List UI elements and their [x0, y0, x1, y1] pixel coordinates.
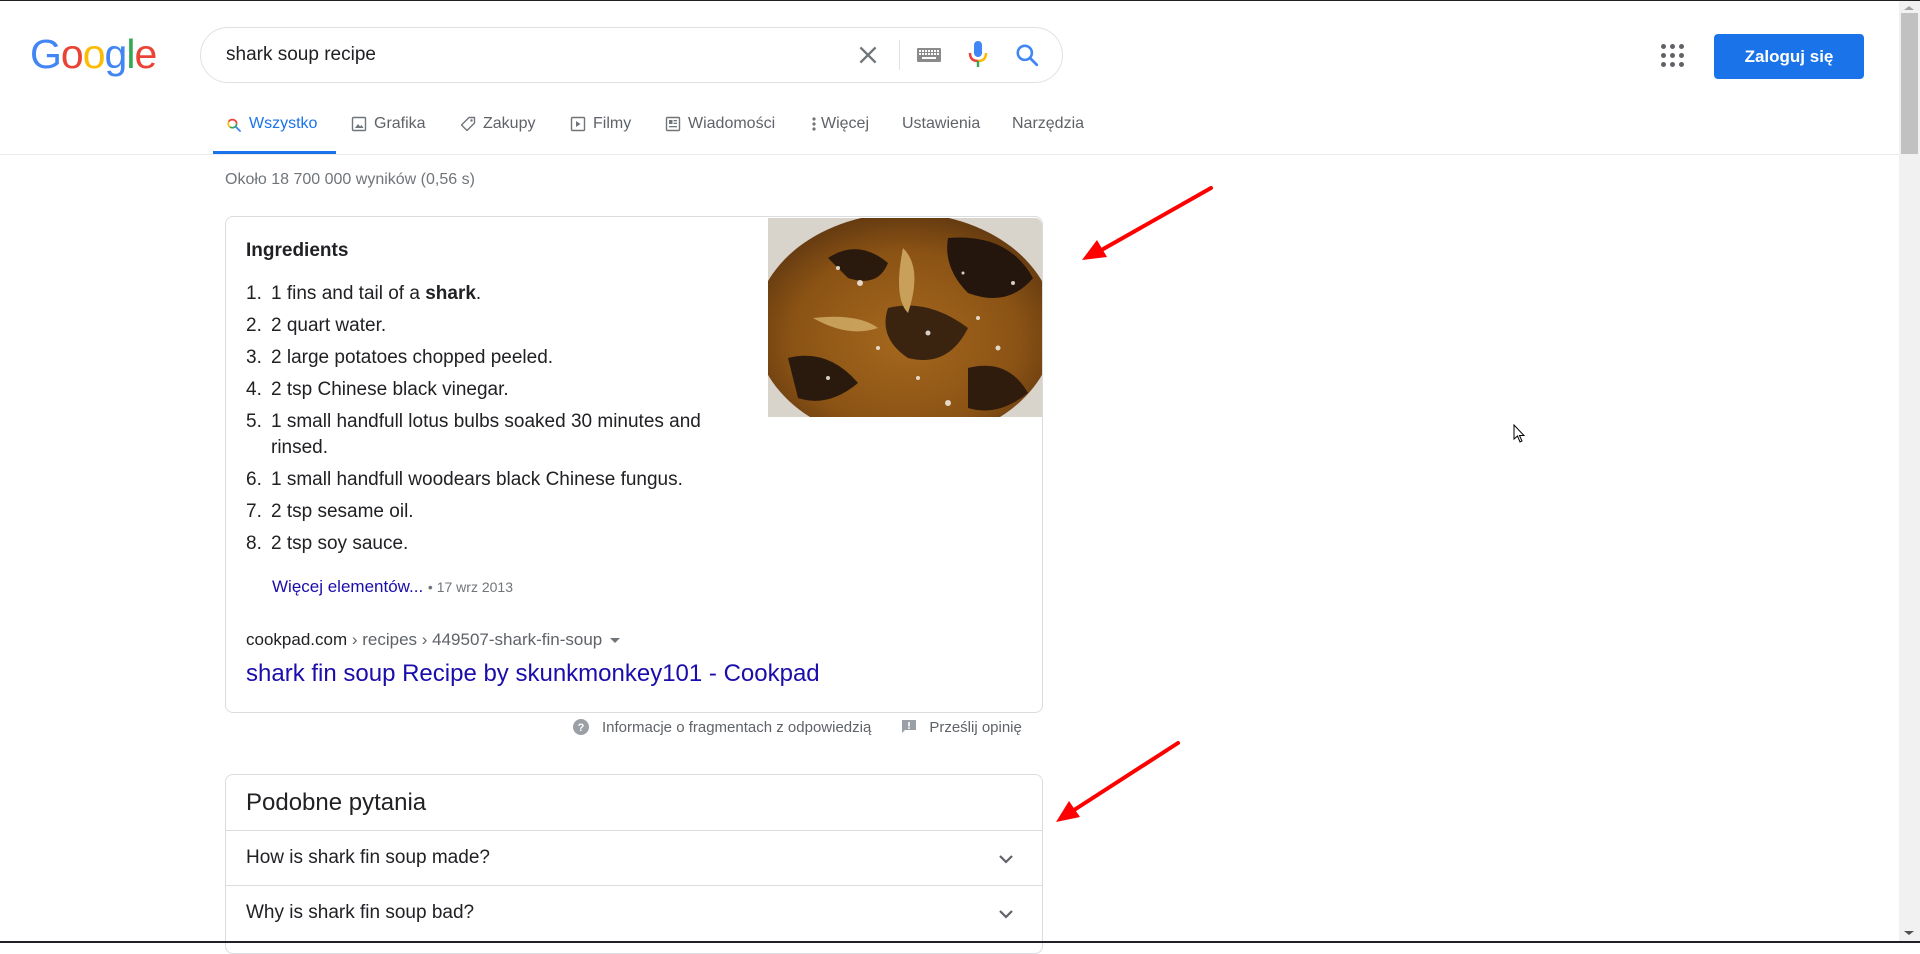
svg-text:?: ?	[578, 722, 585, 734]
vertical-scrollbar[interactable]	[1899, 1, 1920, 941]
tab-all[interactable]: Wszystko	[226, 107, 317, 153]
tag-icon	[460, 116, 476, 132]
snippet-footer: ? Informacje o fragmentach z odpowiedzią…	[572, 718, 1022, 736]
ingredient-item: 1. 1 fins and tail of a shark.	[246, 281, 746, 307]
scrollbar-thumb[interactable]	[1901, 13, 1918, 154]
search-input[interactable]	[226, 28, 826, 82]
scroll-down-icon[interactable]	[1904, 931, 1914, 935]
search-icon[interactable]	[1014, 42, 1040, 68]
tab-images[interactable]: Grafika	[351, 107, 426, 153]
red-arrow-icon	[1082, 186, 1213, 260]
send-feedback-link[interactable]: Prześlij opinię	[901, 719, 1022, 736]
help-icon: ?	[573, 719, 589, 735]
ingredient-number: 7.	[246, 501, 262, 522]
ingredient-item: 6. 1 small handfull woodears black Chines…	[246, 467, 746, 493]
scroll-up-icon[interactable]	[1904, 6, 1914, 10]
result-title-link[interactable]: shark fin soup Recipe by skunkmonkey101 …	[246, 660, 820, 688]
tab-news[interactable]: Wiadomości	[665, 107, 775, 153]
ingredients-list: 1. 1 fins and tail of a shark. 2. 2 quart w…	[246, 281, 746, 563]
chevron-down-icon	[999, 910, 1013, 919]
ingredient-item: 7. 2 tsp sesame oil.	[246, 499, 746, 525]
ingredient-number: 1.	[246, 283, 262, 304]
mouse-cursor-icon	[1513, 424, 1526, 443]
tab-settings[interactable]: Ustawienia	[902, 107, 980, 153]
paa-question[interactable]: Why is shark fin soup bad?	[226, 885, 1042, 941]
chevron-down-icon	[999, 855, 1013, 864]
chevron-down-icon[interactable]	[610, 638, 621, 644]
ingredient-item: 8. 2 tsp soy sauce.	[246, 531, 746, 557]
ingredient-number: 2.	[246, 315, 262, 336]
ingredient-number: 6.	[246, 469, 262, 490]
ingredient-number: 5.	[246, 411, 262, 432]
close-icon[interactable]	[855, 42, 881, 68]
more-items-row: Więcej elementów... • 17 wrz 2013	[272, 577, 513, 597]
tab-videos[interactable]: Filmy	[570, 107, 631, 153]
more-vert-icon	[812, 117, 816, 131]
microphone-icon[interactable]	[966, 40, 990, 70]
result-url: cookpad.com › recipes › 449507-shark-fin…	[246, 630, 621, 650]
soup-image	[768, 218, 1042, 417]
about-snippets-link[interactable]: ? Informacje o fragmentach z odpowiedzią	[572, 718, 871, 736]
play-icon	[570, 116, 586, 132]
ingredient-text: 2 tsp sesame oil.	[271, 501, 414, 522]
google-logo[interactable]: Google	[30, 30, 157, 78]
ingredient-number: 4.	[246, 379, 262, 400]
apps-grid-icon[interactable]	[1661, 44, 1685, 68]
search-box	[200, 27, 1063, 83]
more-items-link[interactable]: Więcej elementów...	[272, 577, 423, 596]
ingredient-item: 4. 2 tsp Chinese black vinegar.	[246, 377, 746, 403]
ingredient-number: 3.	[246, 347, 262, 368]
snippet-title: Ingredients	[246, 240, 349, 261]
featured-snippet: Ingredients 1. 1 fins and tail of a shark…	[225, 216, 1043, 713]
keyboard-icon[interactable]	[916, 45, 942, 65]
people-also-ask: Podobne pytania How is shark fin soup ma…	[225, 774, 1043, 954]
paa-question[interactable]: How is shark fin soup made?	[226, 830, 1042, 886]
result-stats: Około 18 700 000 wyników (0,56 s)	[225, 171, 475, 188]
news-icon	[665, 116, 681, 132]
ingredient-number: 8.	[246, 533, 262, 554]
ingredient-text: 2 quart water.	[271, 315, 387, 336]
red-arrow-icon	[1056, 741, 1180, 822]
result-domain: cookpad.com	[246, 630, 348, 649]
ingredient-item: 5. 1 small handfull lotus bulbs soaked 30…	[246, 409, 746, 461]
window-top-border	[0, 0, 1920, 1]
header-divider	[0, 154, 1899, 155]
sign-in-button[interactable]: Zaloguj się	[1714, 34, 1864, 79]
snippet-date: 17 wrz 2013	[436, 579, 513, 595]
result-path: › recipes › 449507-shark-fin-soup	[347, 630, 603, 649]
tab-tools[interactable]: Narzędzia	[1012, 107, 1084, 153]
ingredient-item: 2. 2 quart water.	[246, 313, 746, 339]
bullet: •	[427, 579, 433, 595]
feedback-icon	[902, 720, 917, 733]
image-icon	[351, 116, 367, 132]
ingredient-text: 2 tsp soy sauce.	[271, 533, 409, 554]
paa-title: Podobne pytania	[246, 789, 427, 816]
ingredient-text: 2 tsp Chinese black vinegar.	[271, 379, 509, 400]
ingredient-item: 3. 2 large potatoes chopped peeled.	[246, 345, 746, 371]
ingredient-text: 1 fins and tail of a shark.	[271, 283, 482, 304]
ingredient-text: 1 small handfull lotus bulbs soaked 30 m…	[271, 411, 701, 458]
search-icon	[227, 118, 241, 132]
ingredient-text: 1 small handfull woodears black Chinese …	[271, 469, 683, 490]
ingredient-text: 2 large potatoes chopped peeled.	[271, 347, 554, 368]
tab-more[interactable]: Więcej	[811, 107, 869, 153]
search-divider	[899, 40, 900, 70]
soup-thumbnail[interactable]	[768, 218, 1042, 417]
tab-shopping[interactable]: Zakupy	[460, 107, 535, 153]
